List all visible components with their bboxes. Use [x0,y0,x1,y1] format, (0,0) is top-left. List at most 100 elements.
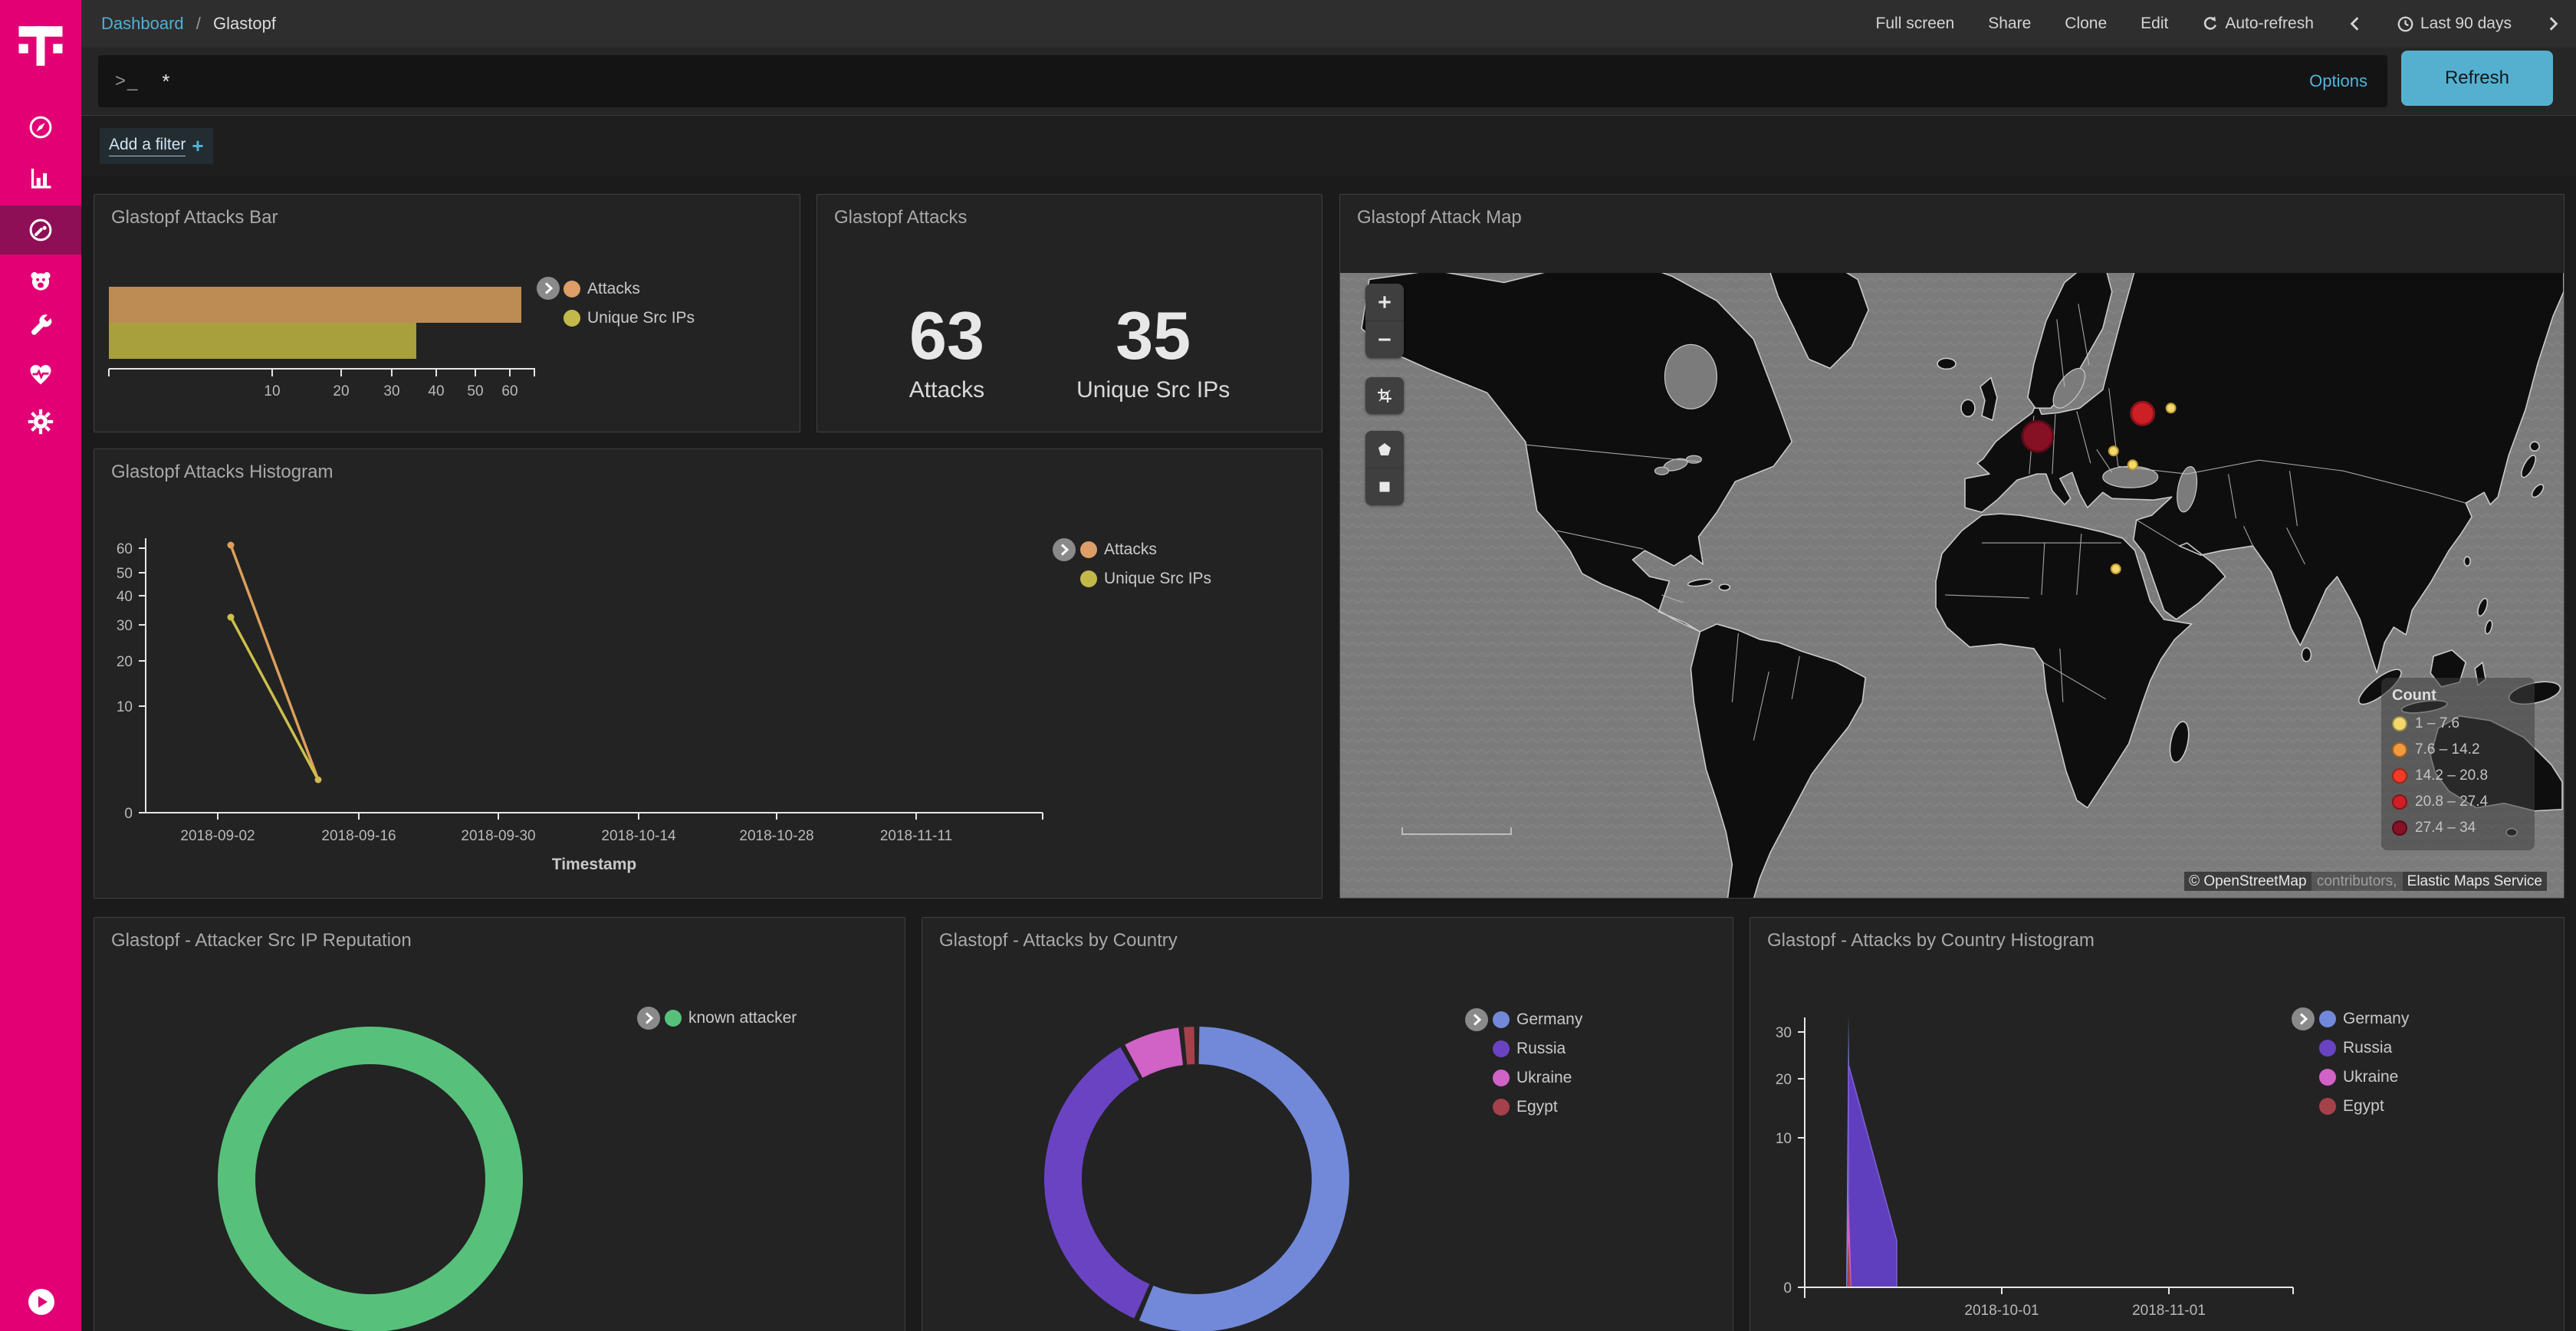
x-tick-label: 2018-09-16 [321,828,396,844]
legend-item-attacks[interactable]: Attacks [564,274,695,304]
area-russia [1848,1064,1897,1287]
donut-slice-known-attacker[interactable] [237,1046,504,1313]
data-point[interactable] [316,777,321,783]
sidebar-item-visualize[interactable] [0,153,81,202]
bar-attacks[interactable] [109,287,521,323]
draw-polygon-button[interactable] [1365,431,1404,468]
elastic-maps-service-link[interactable]: Elastic Maps Service [2403,872,2547,891]
query-options-link[interactable]: Options [2309,71,2367,91]
legend-bin-label: 14.2 – 20.8 [2415,767,2488,784]
legend-bin-label: 1 – 7.6 [2415,715,2459,732]
legend-item-attacks[interactable]: Attacks [1080,535,1211,564]
attack-dot-small[interactable] [2167,403,2176,412]
telekom-t-icon[interactable] [12,17,70,75]
map-zoom-controls [1365,284,1404,358]
legend-toggle-button[interactable] [537,277,560,300]
zoom-out-button[interactable] [1365,321,1404,358]
metric-label: Unique Src IPs [1076,377,1230,403]
legend-item-unique-src-ips[interactable]: Unique Src IPs [564,304,695,333]
metric-unique-src-ips: 35 Unique Src IPs [1076,302,1230,403]
bar-unique-src-ips[interactable] [109,323,416,359]
time-step-forward-button[interactable] [2545,15,2561,32]
filter-bar: Add a filter + [81,115,2576,176]
legend-item-ukraine[interactable]: Ukraine [1493,1063,1582,1093]
legend-label: Ukraine [1516,1069,1572,1087]
query-value: * [162,70,169,94]
legend-toggle-button[interactable] [637,1007,660,1030]
legend-item-known-attacker[interactable]: known attacker [665,1004,797,1033]
legend-item-germany[interactable]: Germany [1493,1005,1582,1034]
sidebar-item-dashboard[interactable] [0,205,81,255]
donut-slice-russia[interactable] [1063,1063,1142,1301]
legend-label: Russia [1516,1040,1566,1058]
openstreetmap-link[interactable]: © OpenStreetMap [2184,872,2311,891]
refresh-button[interactable]: Refresh [2401,51,2553,106]
x-tick-label: 2018-10-28 [739,828,813,844]
data-point[interactable] [228,542,235,549]
draw-rectangle-button[interactable] [1365,468,1404,505]
legend-dot [1493,1011,1510,1028]
world-map-canvas[interactable]: Count 1 – 7.6 7.6 – 14.2 14.2 – 20.8 20.… [1340,273,2564,898]
panel-title: Glastopf Attacks [834,207,967,228]
legend-label: known attacker [688,1009,797,1027]
legend-dot [2319,1069,2336,1086]
auto-refresh-label: Auto-refresh [2225,15,2314,33]
legend-item-egypt[interactable]: Egypt [2319,1092,2409,1121]
donut-slice-germany[interactable] [1146,1046,1330,1313]
panel-glastopf-attacks-bar: Glastopf Attacks Bar 10 20 30 40 50 60 [94,194,800,432]
auto-refresh-button[interactable]: Auto-refresh [2202,15,2314,33]
donut-slice-egypt[interactable] [1185,1046,1194,1047]
legend-item-germany[interactable]: Germany [2319,1004,2409,1034]
panel-attacks-by-country: Glastopf - Attacks by Country Germany Ru… [922,917,1733,1331]
search-query-input[interactable]: >_ * Options [98,55,2387,107]
y-tick-label: 10 [1776,1131,1792,1147]
add-filter-button[interactable]: Add a filter + [100,128,213,164]
y-tick-label: 30 [1776,1025,1792,1041]
sidebar-item-timelion[interactable] [0,256,81,305]
chart-legend: Attacks Unique Src IPs [1080,535,1211,593]
x-tick-label: 60 [501,383,518,399]
legend-dot [1080,570,1097,587]
breadcrumb-dashboard-link[interactable]: Dashboard [101,14,184,33]
y-tick-label: 0 [124,806,133,822]
sidebar-item-dev-tools[interactable] [0,302,81,351]
attack-dot-germany[interactable] [2022,421,2053,452]
square-icon [1375,478,1394,496]
data-point[interactable] [228,614,235,621]
attack-dot-small[interactable] [2111,564,2121,573]
attribution-text: contributors, [2312,872,2403,891]
legend-toggle-button[interactable] [1053,538,1076,561]
edit-button[interactable]: Edit [2141,15,2168,33]
clone-button[interactable]: Clone [2065,15,2107,33]
attack-dot-small[interactable] [2109,446,2118,455]
share-button[interactable]: Share [1988,15,2031,33]
sidebar-item-discover[interactable] [0,103,81,152]
legend-item-unique-src-ips[interactable]: Unique Src IPs [1080,564,1211,593]
y-tick-label: 50 [117,566,133,582]
legend-item-russia[interactable]: Russia [1493,1034,1582,1063]
legend-item-egypt[interactable]: Egypt [1493,1093,1582,1122]
x-tick-label: 30 [383,383,399,399]
sidebar-item-monitoring[interactable] [0,350,81,399]
sidebar-expand-button[interactable] [28,1288,55,1316]
time-step-back-button[interactable] [2348,15,2363,32]
fit-data-bounds-button[interactable] [1365,377,1404,414]
legend-toggle-button[interactable] [2292,1007,2315,1030]
legend-item-ukraine[interactable]: Ukraine [2319,1063,2409,1092]
attack-dot-russia[interactable] [2131,402,2154,425]
heart-pulse-icon [27,360,54,388]
attack-dot-small[interactable] [2128,460,2137,469]
panel-title: Glastopf - Attacks by Country Histogram [1767,930,2095,951]
full-screen-button[interactable]: Full screen [1876,15,1955,33]
donut-slice-ukraine[interactable] [1134,1047,1181,1061]
topbar-actions: Full screen Share Clone Edit Auto-refres… [1876,15,2576,33]
panel-title: Glastopf - Attacker Src IP Reputation [111,930,412,951]
legend-dot [1493,1040,1510,1057]
legend-item-russia[interactable]: Russia [2319,1034,2409,1063]
time-range-picker[interactable]: Last 90 days [2397,15,2512,33]
sidebar-item-management[interactable] [0,397,81,446]
wrench-icon [27,313,54,340]
play-circle-icon [28,1288,55,1316]
zoom-in-button[interactable] [1365,284,1404,321]
legend-toggle-button[interactable] [1465,1008,1488,1031]
